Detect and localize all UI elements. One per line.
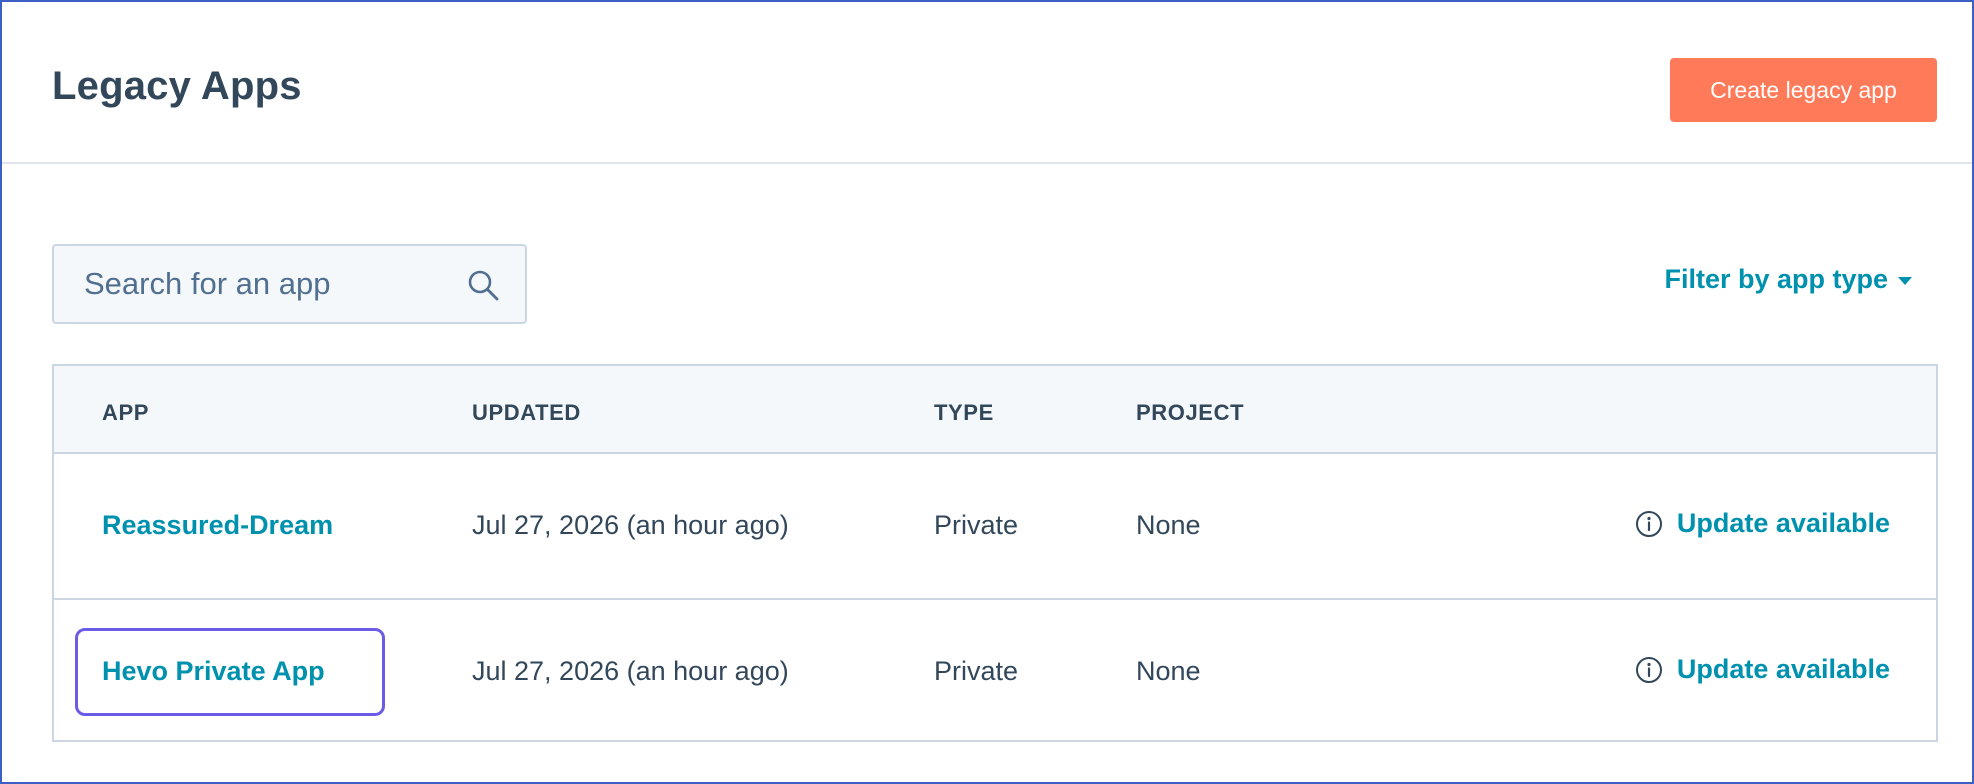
project-cell: None <box>1136 510 1201 540</box>
project-cell: None <box>1136 656 1201 686</box>
update-available-label[interactable]: Update available <box>1677 508 1890 539</box>
apps-table: APP UPDATED TYPE PROJECT Reassured-Dream… <box>52 364 1938 742</box>
page-header: Legacy Apps Create legacy app <box>2 2 1972 164</box>
filter-by-app-type-dropdown[interactable]: Filter by app type <box>1664 264 1912 295</box>
search-icon[interactable] <box>466 268 500 302</box>
column-header-project: PROJECT <box>1136 400 1245 425</box>
search-field[interactable] <box>52 244 527 324</box>
column-header-app: APP <box>102 400 150 425</box>
table-row: Hevo Private App Jul 27, 2026 (an hour a… <box>54 598 1936 742</box>
search-input[interactable] <box>84 246 444 322</box>
type-cell: Private <box>934 656 1019 686</box>
filter-label: Filter by app type <box>1664 264 1888 294</box>
table-header: APP UPDATED TYPE PROJECT <box>54 366 1936 454</box>
info-icon <box>1635 510 1662 537</box>
table-row: Reassured-Dream Jul 27, 2026 (an hour ag… <box>54 454 1936 598</box>
update-available-link[interactable]: Update available <box>1635 508 1890 539</box>
type-cell: Private <box>934 510 1019 540</box>
column-header-updated: UPDATED <box>472 400 581 425</box>
create-legacy-app-button[interactable]: Create legacy app <box>1670 58 1937 122</box>
updated-cell: Jul 27, 2026 (an hour ago) <box>472 510 789 540</box>
legacy-apps-page: Legacy Apps Create legacy app Filter by … <box>0 0 1974 784</box>
caret-down-icon <box>1898 277 1912 285</box>
update-available-label[interactable]: Update available <box>1677 654 1890 685</box>
update-available-link[interactable]: Update available <box>1635 654 1890 685</box>
updated-cell: Jul 27, 2026 (an hour ago) <box>472 656 789 686</box>
page-title: Legacy Apps <box>52 64 302 108</box>
info-icon <box>1635 656 1662 683</box>
column-header-type: TYPE <box>934 400 994 425</box>
app-link-hevo-private-app[interactable]: Hevo Private App <box>102 656 325 687</box>
app-link-reassured-dream[interactable]: Reassured-Dream <box>102 510 333 541</box>
